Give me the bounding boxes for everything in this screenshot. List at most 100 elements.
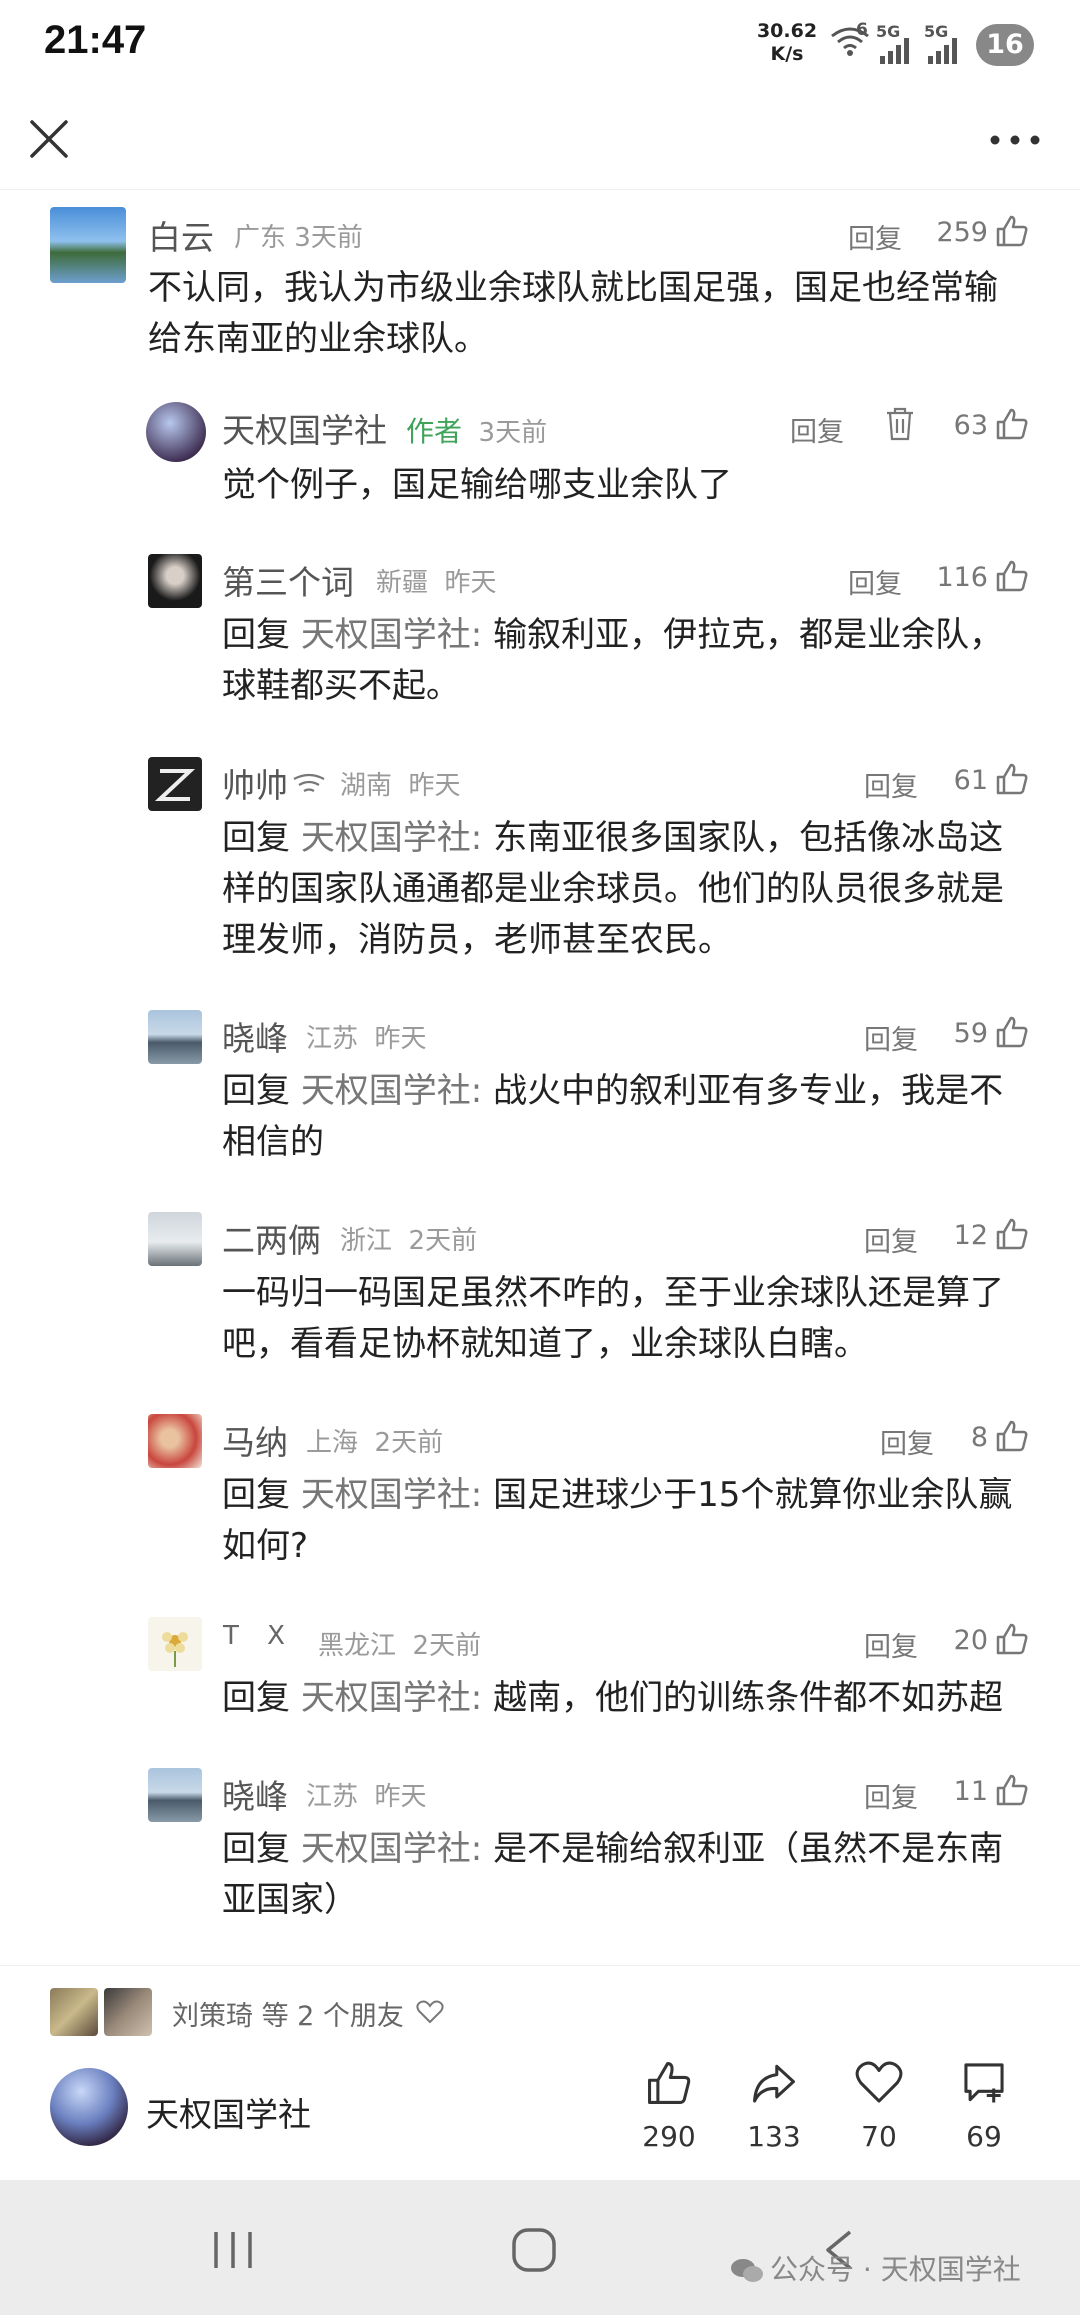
reply-button[interactable]: 回复	[864, 1220, 918, 1259]
location: 江苏	[306, 1024, 359, 1054]
reply-button[interactable]: 回复	[864, 1018, 918, 1057]
thumbs-up-icon[interactable]	[994, 1216, 1030, 1252]
location: 浙江	[340, 1226, 393, 1256]
status-bar: 21:47 30.62 K/s 6 5G 5G 16	[0, 0, 1080, 90]
username[interactable]: 晓峰	[222, 1012, 288, 1060]
thumbs-up-icon[interactable]	[994, 558, 1030, 594]
like-count: 61	[953, 765, 988, 796]
comment-text: 回复 天权国学社: 是不是输给叙利亚（虽然不是东南亚国家）	[222, 1824, 1030, 1926]
reply-button[interactable]: 回复	[864, 1776, 918, 1815]
avatar[interactable]	[148, 1212, 202, 1266]
thumbs-up-icon	[648, 2062, 691, 2104]
bottom-action-bar: 天权国学社 290 133 70 69	[0, 2050, 1080, 2180]
thumbs-up-icon[interactable]	[994, 1621, 1030, 1657]
reply-target[interactable]: 天权国学社:	[301, 818, 482, 858]
timestamp: 2天前	[408, 1226, 478, 1256]
comment-meta: 黑龙江 2天前	[318, 1625, 481, 1662]
comment-add-icon	[964, 2063, 1004, 2103]
home-icon[interactable]	[510, 2226, 558, 2274]
username[interactable]: 白云	[148, 211, 214, 259]
thumbs-up-icon[interactable]	[994, 406, 1030, 442]
thumbs-up-icon[interactable]	[994, 761, 1030, 797]
reply-target[interactable]: 天权国学社:	[301, 1475, 482, 1515]
avatar[interactable]	[148, 1768, 202, 1822]
author-badge: 作者	[406, 415, 463, 448]
reply-button[interactable]: 回复	[864, 1625, 918, 1664]
more-options-icon[interactable]	[985, 120, 1045, 160]
reply-button[interactable]: 回复	[848, 562, 902, 601]
avatar[interactable]	[146, 402, 206, 462]
username-text: T X	[223, 1621, 295, 1651]
reply-prefix: 回复	[222, 1071, 290, 1111]
comment-meta: 广东 3天前	[234, 217, 363, 254]
like-count: 59	[953, 1018, 988, 1049]
wifi-badge: 6	[856, 20, 868, 40]
timestamp: 3天前	[478, 418, 548, 448]
wifi-badge-icon	[293, 773, 325, 792]
reply-button[interactable]: 回复	[864, 765, 918, 804]
avatar[interactable]	[148, 757, 202, 811]
reply-prefix: 回复	[222, 1678, 290, 1718]
reply-target[interactable]: 天权国学社:	[301, 1829, 482, 1869]
like-total: 290	[642, 2120, 696, 2153]
wechat-icon	[731, 2259, 763, 2282]
friends-liked-row[interactable]: 刘策琦 等 2 个朋友	[0, 1980, 1080, 2050]
avatar[interactable]	[148, 1617, 202, 1671]
friends-label: 刘策琦 等 2 个朋友	[172, 2001, 404, 2032]
comment-meta: 浙江 2天前	[340, 1220, 477, 1257]
comment-text: 不认同，我认为市级业余球队就比国足强，国足也经常输给东南亚的业余球队。	[148, 268, 998, 359]
comment-total: 69	[966, 2120, 1002, 2153]
location: 黑龙江	[318, 1631, 397, 1661]
username[interactable]: 第三个词	[222, 556, 354, 604]
timestamp: 昨天	[374, 1782, 427, 1812]
username[interactable]: T X	[222, 1621, 296, 1651]
reply-target[interactable]: 天权国学社:	[301, 1678, 482, 1718]
like-count: 259	[936, 217, 988, 248]
comment-meta: 湖南 昨天	[340, 765, 461, 802]
battery-indicator: 16	[976, 24, 1034, 66]
comment-text: 回复 天权国学社: 国足进球少于15个就算你业余队赢如何?	[222, 1470, 1030, 1572]
username[interactable]: 马纳	[222, 1416, 288, 1464]
z-logo-icon	[154, 769, 196, 801]
username[interactable]: 天权国学社	[222, 404, 387, 452]
timestamp: 3天前	[294, 223, 363, 253]
username[interactable]: 二两俩	[222, 1214, 321, 1262]
username[interactable]: 帅帅	[222, 759, 288, 807]
delete-icon[interactable]	[884, 406, 916, 442]
thumbs-up-icon[interactable]	[994, 1418, 1030, 1454]
friend-avatar	[104, 1988, 152, 2036]
thumbs-up-icon[interactable]	[994, 1772, 1030, 1808]
comment-text: 觉个例子，国足输给哪支业余队了	[222, 465, 732, 505]
like-count: 11	[953, 1776, 988, 1807]
thumbs-up-icon[interactable]	[994, 1014, 1030, 1050]
username[interactable]: 晓峰	[222, 1770, 288, 1818]
share-action[interactable]: 133	[734, 2058, 814, 2153]
avatar[interactable]	[50, 207, 126, 283]
favorite-action[interactable]: 70	[839, 2058, 919, 2153]
reply-target[interactable]: 天权国学社:	[301, 1071, 482, 1111]
reply-prefix: 回复	[222, 1475, 290, 1515]
reply-prefix: 回复	[222, 818, 290, 858]
speed-unit: K/s	[770, 43, 804, 65]
avatar[interactable]	[148, 554, 202, 608]
reply-button[interactable]: 回复	[790, 410, 844, 449]
divider	[0, 1965, 1080, 1966]
reply-button[interactable]: 回复	[848, 217, 902, 256]
avatar[interactable]	[148, 1010, 202, 1064]
reply-text: 越南，他们的训练条件都不如苏超	[482, 1678, 1004, 1718]
like-action[interactable]: 290	[629, 2058, 709, 2153]
avatar[interactable]	[148, 1414, 202, 1468]
close-icon[interactable]	[22, 112, 76, 166]
comment-action[interactable]: 69	[944, 2058, 1024, 2153]
thumbs-up-icon[interactable]	[994, 213, 1030, 249]
like-count: 12	[953, 1220, 988, 1251]
clock: 21:47	[44, 18, 147, 62]
network-speed: 30.62 K/s	[752, 20, 822, 66]
author-name[interactable]: 天权国学社	[146, 2088, 311, 2136]
recent-apps-icon[interactable]	[210, 2228, 256, 2272]
reply-target[interactable]: 天权国学社:	[301, 615, 482, 655]
heart-icon	[855, 2061, 903, 2103]
location: 江苏	[306, 1782, 359, 1812]
author-avatar[interactable]	[50, 2068, 128, 2146]
comment-meta: 新疆 昨天	[376, 562, 497, 599]
